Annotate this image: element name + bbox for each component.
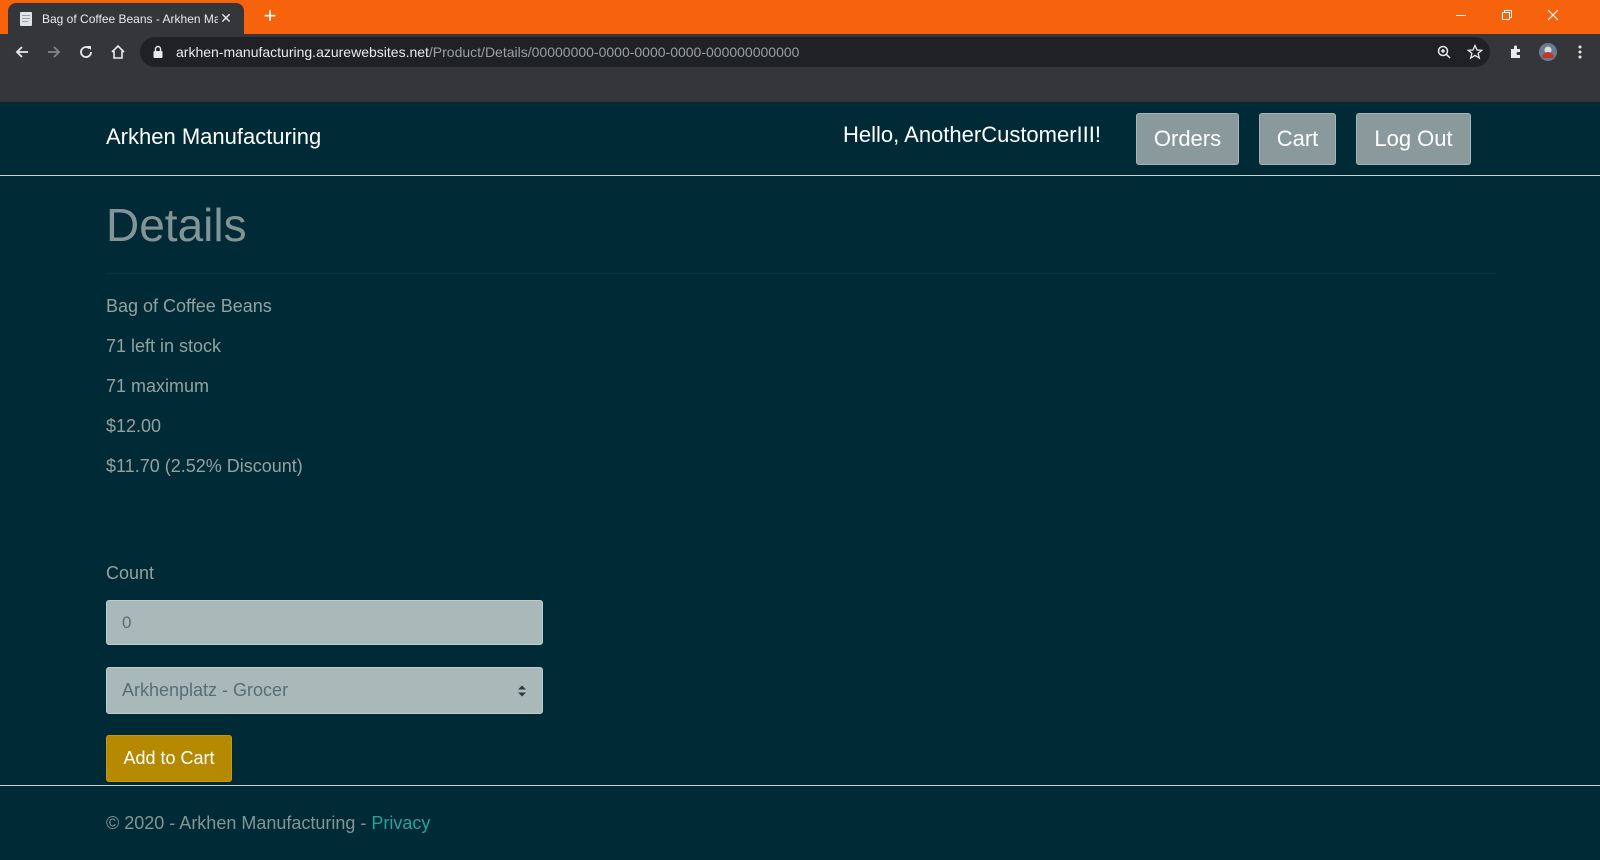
- cart-button[interactable]: Cart: [1259, 113, 1336, 165]
- stock-text: 71 left in stock: [106, 336, 222, 356]
- browser-tab[interactable]: Bag of Coffee Beans - Arkhen Ma ✕: [8, 3, 244, 34]
- site-footer: © 2020 - Arkhen Manufacturing - Privacy: [0, 785, 1600, 860]
- profile-avatar-icon[interactable]: [1534, 38, 1562, 66]
- divider: [106, 273, 1496, 274]
- lock-icon: [152, 45, 166, 59]
- copyright-text: © 2020 - Arkhen Manufacturing -: [106, 813, 372, 833]
- minimize-icon[interactable]: [1438, 0, 1484, 30]
- extensions-icon[interactable]: [1502, 38, 1530, 66]
- close-window-icon[interactable]: [1530, 0, 1576, 30]
- zoom-icon[interactable]: [1430, 38, 1458, 66]
- browser-toolbar: arkhen-manufacturing.azurewebsites.net/P…: [0, 34, 1600, 70]
- price-text: $12.00: [106, 416, 162, 436]
- page-title: Details: [106, 199, 247, 251]
- restore-icon[interactable]: [1484, 0, 1530, 30]
- add-to-cart-button[interactable]: Add to Cart: [106, 735, 232, 782]
- maximum-text: 71 maximum: [106, 376, 210, 396]
- bookmark-star-icon[interactable]: [1461, 38, 1489, 66]
- address-bar[interactable]: arkhen-manufacturing.azurewebsites.net/P…: [140, 37, 1490, 67]
- orders-button[interactable]: Orders: [1136, 113, 1239, 165]
- close-tab-icon[interactable]: ✕: [218, 10, 234, 27]
- site-header: Arkhen Manufacturing Hello, AnotherCusto…: [0, 102, 1600, 176]
- tab-title: Bag of Coffee Beans - Arkhen Ma: [42, 11, 218, 26]
- new-tab-icon[interactable]: +: [258, 4, 282, 28]
- location-select[interactable]: Arkhenplatz - Grocer: [106, 667, 543, 714]
- forward-icon[interactable]: [40, 38, 68, 66]
- count-input[interactable]: [106, 600, 543, 645]
- url-host: arkhen-manufacturing.azurewebsites.net: [176, 44, 429, 60]
- select-caret-icon: [516, 683, 528, 699]
- more-menu-icon[interactable]: [1566, 38, 1594, 66]
- count-label: Count: [106, 563, 155, 583]
- back-icon[interactable]: [8, 38, 36, 66]
- discounted-price-text: $11.70 (2.52% Discount): [106, 456, 303, 476]
- page-icon: [18, 11, 34, 27]
- privacy-link[interactable]: Privacy: [371, 813, 430, 833]
- home-icon[interactable]: [104, 38, 132, 66]
- logout-button[interactable]: Log Out: [1356, 113, 1471, 165]
- reload-icon[interactable]: [72, 38, 100, 66]
- brand-link[interactable]: Arkhen Manufacturing: [106, 124, 321, 150]
- footer-text: © 2020 - Arkhen Manufacturing - Privacy: [106, 813, 430, 834]
- product-name: Bag of Coffee Beans: [106, 296, 272, 316]
- location-select-value: Arkhenplatz - Grocer: [122, 680, 289, 700]
- user-greeting: Hello, AnotherCustomerIII!: [843, 122, 1102, 147]
- bookmarks-bar: [0, 70, 1600, 102]
- browser-tab-bar: Bag of Coffee Beans - Arkhen Ma ✕ +: [0, 0, 1600, 34]
- url-path: /Product/Details/00000000-0000-0000-0000…: [428, 44, 800, 60]
